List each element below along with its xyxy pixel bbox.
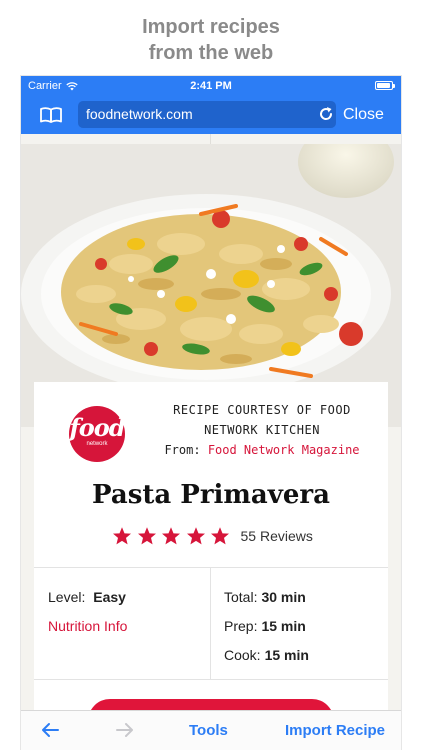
recipe-source: From: Food Network Magazine <box>142 443 382 457</box>
level-value: Easy <box>93 589 126 605</box>
reload-icon[interactable] <box>318 106 334 122</box>
recipe-courtesy: RECIPE COURTESY OF FOOD NETWORK KITCHEN <box>142 400 382 440</box>
caption-line-1: Import recipes <box>142 16 280 38</box>
recipe-action-button[interactable] <box>88 699 334 710</box>
time-value: 15 min <box>264 647 309 663</box>
promo-caption: Import recipes from the web <box>0 14 422 66</box>
status-time: 2:41 PM <box>190 80 232 92</box>
time-value: 15 min <box>261 618 306 634</box>
device-screen: Carrier 2:41 PM foodnetwork.com Close fo… <box>21 76 401 750</box>
web-content[interactable]: food network RECIPE COURTESY OF FOOD NET… <box>21 134 401 710</box>
reviews-count[interactable]: 55 Reviews <box>241 528 313 544</box>
caption-line-2: from the web <box>148 42 274 64</box>
nutrition-info-link[interactable]: Nutrition Info <box>48 618 127 634</box>
star-icon <box>162 527 180 545</box>
browser-navbar: foodnetwork.com Close <box>21 96 401 134</box>
logo-wordmark: food <box>69 413 125 442</box>
url-text: foodnetwork.com <box>86 106 193 122</box>
time-label: Cook: <box>224 647 261 663</box>
tools-button[interactable]: Tools <box>189 722 228 739</box>
import-recipe-button[interactable]: Import Recipe <box>285 722 385 739</box>
recipe-card: food network RECIPE COURTESY OF FOOD NET… <box>34 382 388 710</box>
food-network-logo[interactable]: food network <box>69 406 126 462</box>
time-cook: Cook: 15 min <box>224 647 309 663</box>
info-divider-bottom <box>34 679 388 680</box>
url-field[interactable]: foodnetwork.com <box>78 101 336 128</box>
time-total: Total: 30 min <box>224 589 306 605</box>
info-divider-top <box>34 567 388 568</box>
star-icon <box>211 527 229 545</box>
time-label: Prep: <box>224 618 258 634</box>
forward-arrow-icon[interactable] <box>115 722 135 738</box>
logo-subtext: network <box>86 441 108 447</box>
battery-icon <box>375 81 395 90</box>
time-value: 30 min <box>261 589 306 605</box>
star-icon <box>186 527 205 545</box>
info-divider-vertical <box>210 568 211 679</box>
time-prep: Prep: 15 min <box>224 618 306 634</box>
time-label: Total: <box>224 589 258 605</box>
star-icon <box>137 527 156 545</box>
book-icon[interactable] <box>40 107 62 123</box>
source-link[interactable]: Food Network Magazine <box>208 443 360 457</box>
recipe-level: Level: Easy <box>48 589 126 605</box>
back-arrow-icon[interactable] <box>40 722 60 738</box>
recipe-title: Pasta Primavera <box>92 480 330 510</box>
star-icon <box>113 527 131 545</box>
level-label: Level: <box>48 589 86 605</box>
courtesy-line-1: RECIPE COURTESY OF FOOD <box>173 403 351 417</box>
page-divider <box>210 134 211 144</box>
rating[interactable]: 55 Reviews <box>112 526 313 546</box>
from-label: From: <box>164 443 201 457</box>
bottom-toolbar: Tools Import Recipe <box>21 710 401 750</box>
close-button[interactable]: Close <box>343 106 384 124</box>
status-bar: Carrier 2:41 PM <box>21 76 401 96</box>
courtesy-line-2: NETWORK KITCHEN <box>204 423 320 437</box>
